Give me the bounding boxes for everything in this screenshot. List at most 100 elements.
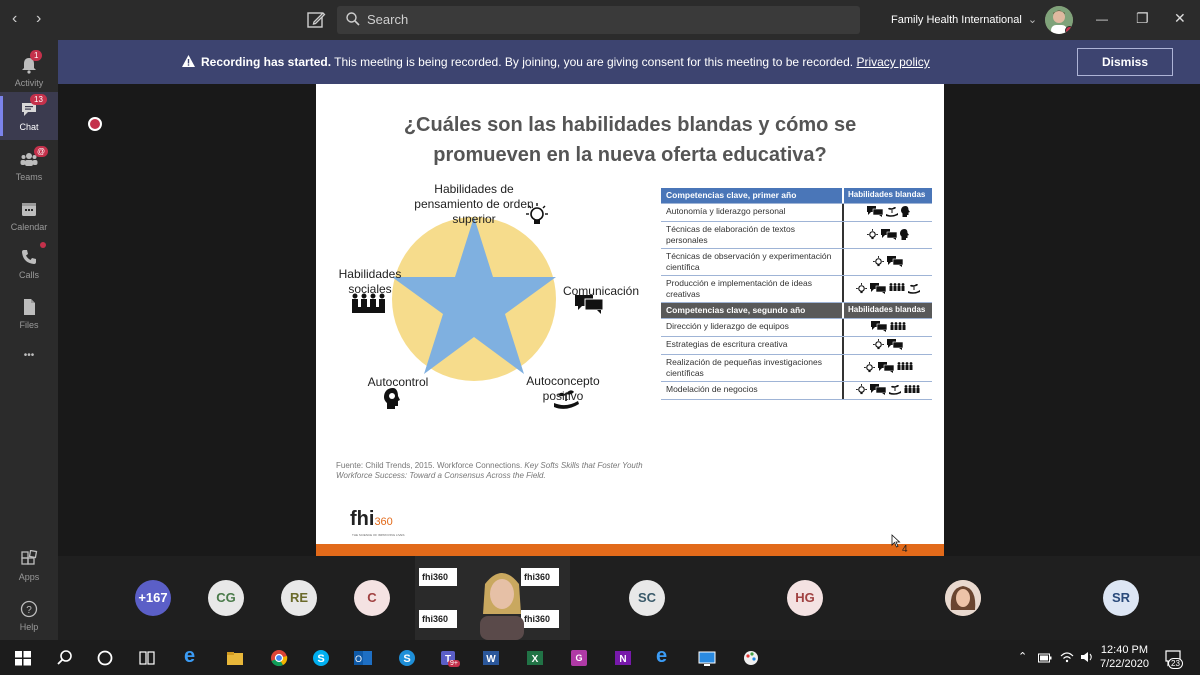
participant-avatar[interactable]: SC [629,580,665,616]
chevron-down-icon: ⌄ [1027,14,1038,26]
taskbar-clock[interactable]: 12:40 PM 7/22/2020 [1100,643,1149,671]
search-placeholder: Search [367,12,409,27]
internet-explorer-icon[interactable]: e [656,645,674,667]
presenter-person-icon [480,573,524,640]
slide-title-line-2: promueven en la nueva oferta educativa? [433,144,827,166]
teams-mention-icon: @ [34,146,49,157]
tray-chevron-up-icon[interactable]: ⌃ [1018,650,1027,663]
competency-cell: Modelación de negocios [661,382,844,399]
clock-date: 7/22/2020 [1100,658,1149,670]
search-bar[interactable]: Search [337,6,860,34]
participant-avatar[interactable]: SR [1103,580,1139,616]
bulb-icon [867,228,878,242]
wifi-icon[interactable] [1060,651,1074,663]
table-row: Técnicas de observación y experimentació… [661,249,932,276]
participant-avatar[interactable]: HG [787,580,823,616]
table-row: Estrategias de escritura creativa [661,337,932,355]
participant-avatar[interactable]: C [354,580,390,616]
recording-message: Recording has started. This meeting is b… [182,55,930,69]
label-higher-order-thinking: Habilidades de pensamiento de orden supe… [414,182,534,226]
rail-item-activity[interactable]: 1 Activity [0,48,58,96]
rail-item-files[interactable]: Files [0,290,58,338]
windows-taskbar: e S O S T 9+ W X G N e ⌃ 23 [0,640,1200,675]
onenote-icon[interactable]: N [614,649,632,667]
svg-text:S: S [317,653,324,665]
soft-skills-icons-cell [844,276,932,302]
rail-label-calls: Calls [18,270,39,280]
participant-avatar[interactable]: CG [208,580,244,616]
slide-title: ¿Cuáles son las habilidades blandas y có… [356,110,904,170]
table-header-cell: Habilidades blandas [848,305,926,314]
shared-slide: ¿Cuáles son las habilidades blandas y có… [316,84,944,556]
label-social-skills: Habilidades sociales [338,267,402,296]
label-self-control: Autocontrol [367,375,429,389]
outlook-icon[interactable]: O [354,649,372,667]
participants-overflow-button[interactable]: +167 [135,580,171,616]
help-icon: ? [20,600,38,618]
logo-main-text: fhi [350,508,375,530]
privacy-policy-link[interactable]: Privacy policy [856,55,929,69]
task-view-icon[interactable] [138,649,156,667]
windows-start-icon[interactable] [14,649,32,667]
competency-cell: Autonomía y liderazgo personal [661,204,844,221]
search-icon[interactable] [56,649,74,667]
rail-item-calendar[interactable]: Calendar [0,192,58,240]
calls-alert-dot [40,242,46,248]
rail-label-files: Files [19,320,39,330]
participant-photo-avatar[interactable] [945,580,981,616]
svg-text:W: W [486,654,496,665]
chat-icon [870,321,887,334]
rail-item-calls[interactable]: Calls [0,240,58,288]
chat-icon [870,282,887,296]
edge-icon[interactable]: e [184,645,202,667]
battery-icon[interactable] [1038,653,1052,663]
file-explorer-icon[interactable] [226,649,244,667]
competencies-table: Competencias clave, primer año Habilidad… [661,188,932,400]
recording-indicator-icon [88,117,102,131]
presenter-video-tile[interactable]: fhi360 fhi360 fhi360 fhi360 [415,556,570,640]
org-switcher[interactable]: Family Health International ⌄ [891,13,1037,26]
paint-icon[interactable] [742,649,760,667]
teams-window: ‹ › Search Family Health International ⌄ [0,0,1200,675]
compose-icon[interactable] [306,10,326,30]
rail-item-chat[interactable]: 13 Chat [0,92,58,140]
cortana-icon[interactable] [96,649,114,667]
chat-icon [887,255,904,269]
chat-icon [866,206,883,219]
remote-desktop-icon[interactable] [698,649,716,667]
rail-item-more[interactable]: ••• [0,344,58,374]
rail-item-help[interactable]: ? Help [0,592,58,640]
participant-photo-icon [945,580,981,616]
table-row: Dirección y liderazgo de equipos [661,319,932,337]
word-icon[interactable]: W [482,649,500,667]
minimize-button[interactable]: — [1096,12,1120,36]
chat-badge: 13 [30,94,47,105]
skype-business-icon[interactable]: S [398,649,416,667]
mouse-cursor-icon [891,534,901,548]
dismiss-button[interactable]: Dismiss [1077,48,1173,76]
skype-icon[interactable]: S [312,649,330,667]
rail-item-apps[interactable]: Apps [0,542,58,590]
svg-text:X: X [532,654,539,665]
close-button[interactable]: ✕ [1174,10,1198,34]
recording-bold-text: Recording has started. [201,55,332,69]
rail-item-teams[interactable]: @ Teams [0,142,58,190]
app-rail: 1 Activity 13 Chat @ Teams Calendar Call… [0,40,58,640]
pdf-app-icon[interactable]: G [570,649,588,667]
soft-skills-icons-cell [844,382,932,399]
forward-button[interactable]: › [36,10,41,28]
mini-logo: fhi360 [419,610,457,628]
maximize-button[interactable]: ❐ [1136,10,1160,34]
profile-avatar[interactable] [1045,6,1073,34]
chrome-icon[interactable] [270,649,288,667]
bulb-icon [856,282,867,296]
table-row: Autonomía y liderazgo personal [661,204,932,222]
table-body-second-year: Dirección y liderazgo de equipos Estrateg… [661,319,932,400]
excel-icon[interactable]: X [526,649,544,667]
back-button[interactable]: ‹ [12,10,17,28]
competency-cell: Técnicas de elaboración de textos person… [661,222,844,248]
participant-avatar[interactable]: RE [281,580,317,616]
clock-time: 12:40 PM [1100,644,1149,656]
chat-icon [877,361,894,375]
volume-icon[interactable] [1080,651,1094,663]
